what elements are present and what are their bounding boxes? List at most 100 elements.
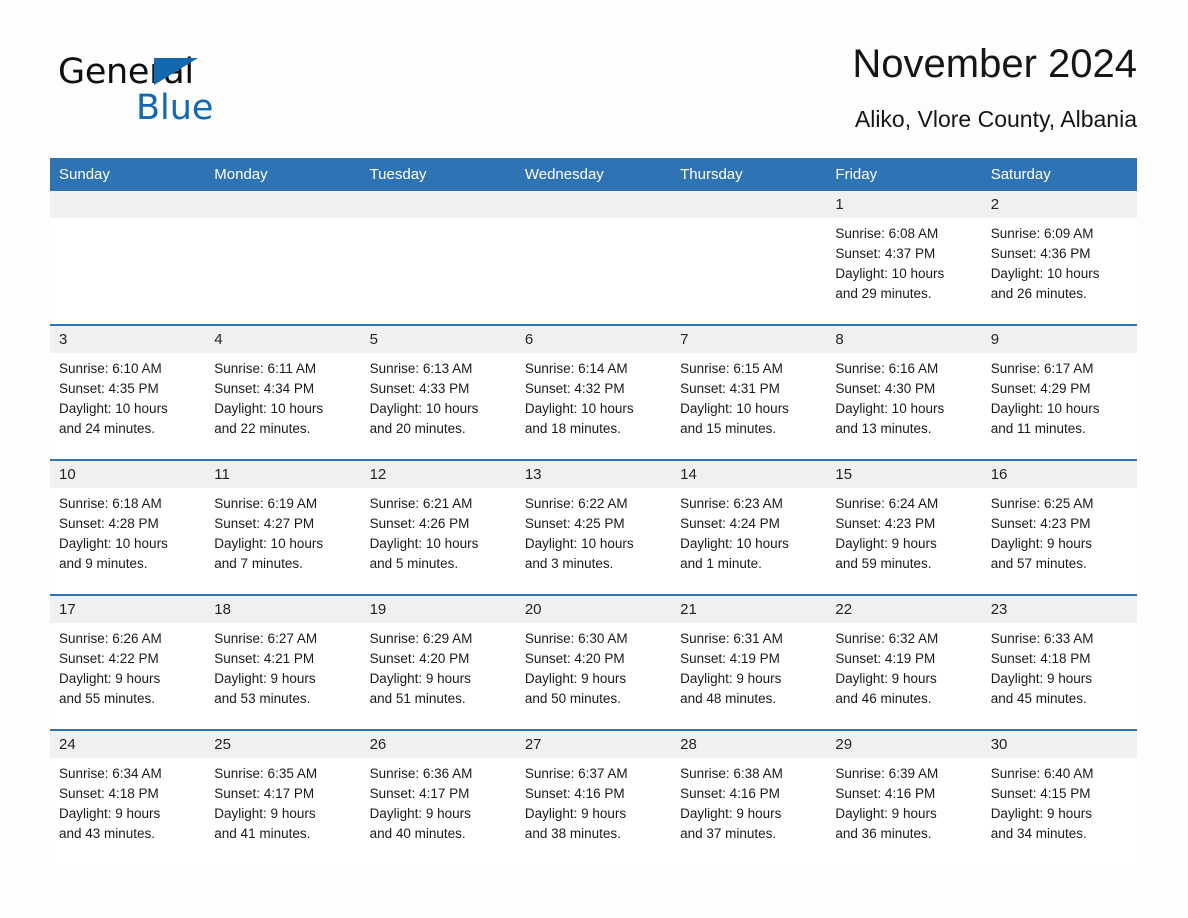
weekday-header-saturday: Saturday — [981, 158, 1137, 191]
day-details: Sunrise: 6:25 AM Sunset: 4:23 PM Dayligh… — [982, 488, 1137, 574]
day-cell[interactable]: 21 Sunrise: 6:31 AM Sunset: 4:19 PM Dayl… — [671, 594, 827, 730]
daylight-text-line2: and 37 minutes. — [680, 826, 777, 841]
day-cell[interactable]: 1 Sunrise: 6:08 AM Sunset: 4:37 PM Dayli… — [826, 191, 982, 325]
daylight-text-line2: and 57 minutes. — [990, 556, 1087, 571]
day-cell[interactable] — [671, 191, 827, 325]
day-cell[interactable]: 12 Sunrise: 6:21 AM Sunset: 4:26 PM Dayl… — [360, 459, 516, 595]
sunrise-text: Sunrise: 6:13 AM — [369, 361, 473, 376]
daylight-text-line2: and 24 minutes. — [59, 421, 156, 436]
sunrise-text: Sunrise: 6:09 AM — [990, 226, 1094, 241]
day-cell[interactable]: 23 Sunrise: 6:33 AM Sunset: 4:18 PM Dayl… — [981, 594, 1137, 730]
sunset-text: Sunset: 4:30 PM — [835, 381, 936, 396]
day-cell[interactable]: 14 Sunrise: 6:23 AM Sunset: 4:24 PM Dayl… — [671, 459, 827, 595]
day-number: 30 — [981, 731, 1137, 758]
sunrise-text: Sunrise: 6:16 AM — [835, 361, 939, 376]
day-details: Sunrise: 6:22 AM Sunset: 4:25 PM Dayligh… — [516, 488, 671, 574]
day-cell[interactable]: 16 Sunrise: 6:25 AM Sunset: 4:23 PM Dayl… — [981, 459, 1137, 595]
day-details: Sunrise: 6:21 AM Sunset: 4:26 PM Dayligh… — [361, 488, 516, 574]
daylight-text-line1: Daylight: 10 hours — [369, 536, 479, 551]
sunrise-text: Sunrise: 6:24 AM — [835, 496, 939, 511]
day-cell[interactable]: 5 Sunrise: 6:13 AM Sunset: 4:33 PM Dayli… — [360, 324, 516, 460]
sunrise-text: Sunrise: 6:23 AM — [680, 496, 783, 511]
day-cell[interactable] — [515, 191, 672, 325]
day-details — [671, 218, 826, 224]
day-cell[interactable] — [50, 191, 206, 325]
daylight-text-line2: and 9 minutes. — [59, 556, 148, 571]
day-cell[interactable]: 13 Sunrise: 6:22 AM Sunset: 4:25 PM Dayl… — [515, 459, 672, 595]
day-cell[interactable]: 20 Sunrise: 6:30 AM Sunset: 4:20 PM Dayl… — [515, 594, 672, 730]
day-cell[interactable]: 25 Sunrise: 6:35 AM Sunset: 4:17 PM Dayl… — [205, 729, 361, 864]
day-number: 13 — [515, 461, 672, 488]
weekday-header-monday: Monday — [205, 158, 361, 191]
sunrise-text: Sunrise: 6:40 AM — [990, 766, 1094, 781]
day-cell[interactable]: 8 Sunrise: 6:16 AM Sunset: 4:30 PM Dayli… — [826, 324, 982, 460]
day-cell[interactable]: 26 Sunrise: 6:36 AM Sunset: 4:17 PM Dayl… — [360, 729, 516, 864]
day-details — [361, 218, 516, 224]
daylight-text-line1: Daylight: 9 hours — [835, 806, 937, 821]
daylight-text-line1: Daylight: 9 hours — [214, 671, 316, 686]
page-title: November 2024 — [852, 42, 1137, 86]
sunset-text: Sunset: 4:23 PM — [835, 516, 936, 531]
day-number: 28 — [671, 731, 827, 758]
day-cell[interactable]: 4 Sunrise: 6:11 AM Sunset: 4:34 PM Dayli… — [205, 324, 361, 460]
general-blue-logo[interactable]: General Blue — [58, 52, 318, 138]
day-cell[interactable]: 15 Sunrise: 6:24 AM Sunset: 4:23 PM Dayl… — [826, 459, 982, 595]
day-cell[interactable]: 24 Sunrise: 6:34 AM Sunset: 4:18 PM Dayl… — [50, 729, 206, 864]
daylight-text-line2: and 3 minutes. — [524, 556, 614, 571]
daylight-text-line1: Daylight: 9 hours — [214, 806, 316, 821]
day-number: 17 — [50, 596, 206, 623]
calendar-header-row: Sunday Monday Tuesday Wednesday Thursday… — [50, 158, 1137, 191]
day-cell[interactable]: 10 Sunrise: 6:18 AM Sunset: 4:28 PM Dayl… — [50, 459, 206, 595]
day-cell[interactable]: 18 Sunrise: 6:27 AM Sunset: 4:21 PM Dayl… — [205, 594, 361, 730]
day-cell[interactable]: 22 Sunrise: 6:32 AM Sunset: 4:19 PM Dayl… — [826, 594, 982, 730]
sunset-text: Sunset: 4:17 PM — [369, 786, 470, 801]
day-cell[interactable] — [205, 191, 361, 325]
day-cell[interactable]: 28 Sunrise: 6:38 AM Sunset: 4:16 PM Dayl… — [671, 729, 827, 864]
day-number: 2 — [981, 191, 1137, 218]
day-cell[interactable]: 9 Sunrise: 6:17 AM Sunset: 4:29 PM Dayli… — [981, 324, 1137, 460]
calendar-table: Sunday Monday Tuesday Wednesday Thursday… — [50, 158, 1137, 864]
day-details: Sunrise: 6:26 AM Sunset: 4:22 PM Dayligh… — [50, 623, 205, 709]
day-cell[interactable]: 27 Sunrise: 6:37 AM Sunset: 4:16 PM Dayl… — [515, 729, 672, 864]
sunset-text: Sunset: 4:20 PM — [369, 651, 470, 666]
daylight-text-line1: Daylight: 10 hours — [680, 401, 789, 416]
daylight-text-line1: Daylight: 10 hours — [59, 401, 168, 416]
sunrise-text: Sunrise: 6:14 AM — [524, 361, 628, 376]
page-header: General Blue November 2024 Aliko, Vlore … — [50, 40, 1137, 150]
daylight-text-line1: Daylight: 10 hours — [214, 536, 324, 551]
sunrise-text: Sunrise: 6:33 AM — [990, 631, 1094, 646]
day-number: 11 — [205, 461, 361, 488]
day-details: Sunrise: 6:38 AM Sunset: 4:16 PM Dayligh… — [671, 758, 826, 844]
sunrise-text: Sunrise: 6:26 AM — [59, 631, 162, 646]
daylight-text-line2: and 38 minutes. — [524, 826, 621, 841]
sunset-text: Sunset: 4:27 PM — [214, 516, 315, 531]
day-number: 26 — [360, 731, 516, 758]
sunset-text: Sunset: 4:19 PM — [835, 651, 936, 666]
daylight-text-line2: and 5 minutes. — [369, 556, 459, 571]
weekday-header-thursday: Thursday — [671, 158, 827, 191]
daylight-text-line1: Daylight: 9 hours — [59, 671, 161, 686]
sunset-text: Sunset: 4:22 PM — [59, 651, 159, 666]
day-details: Sunrise: 6:29 AM Sunset: 4:20 PM Dayligh… — [361, 623, 516, 709]
sunrise-text: Sunrise: 6:10 AM — [59, 361, 162, 376]
day-cell[interactable] — [360, 191, 516, 325]
sunset-text: Sunset: 4:37 PM — [835, 246, 936, 261]
day-cell[interactable]: 3 Sunrise: 6:10 AM Sunset: 4:35 PM Dayli… — [50, 324, 206, 460]
day-cell[interactable]: 11 Sunrise: 6:19 AM Sunset: 4:27 PM Dayl… — [205, 459, 361, 595]
day-details: Sunrise: 6:10 AM Sunset: 4:35 PM Dayligh… — [50, 353, 205, 439]
day-cell[interactable]: 6 Sunrise: 6:14 AM Sunset: 4:32 PM Dayli… — [515, 324, 672, 460]
day-cell[interactable]: 17 Sunrise: 6:26 AM Sunset: 4:22 PM Dayl… — [50, 594, 206, 730]
day-cell[interactable]: 2 Sunrise: 6:09 AM Sunset: 4:36 PM Dayli… — [981, 191, 1137, 325]
day-details: Sunrise: 6:27 AM Sunset: 4:21 PM Dayligh… — [205, 623, 360, 709]
sunset-text: Sunset: 4:18 PM — [990, 651, 1091, 666]
day-number: 24 — [50, 731, 206, 758]
day-cell[interactable]: 19 Sunrise: 6:29 AM Sunset: 4:20 PM Dayl… — [360, 594, 516, 730]
day-number: 3 — [50, 326, 206, 353]
day-cell[interactable]: 7 Sunrise: 6:15 AM Sunset: 4:31 PM Dayli… — [671, 324, 827, 460]
day-number: 7 — [671, 326, 827, 353]
daylight-text-line1: Daylight: 10 hours — [59, 536, 168, 551]
day-cell[interactable]: 29 Sunrise: 6:39 AM Sunset: 4:16 PM Dayl… — [826, 729, 982, 864]
day-cell[interactable]: 30 Sunrise: 6:40 AM Sunset: 4:15 PM Dayl… — [981, 729, 1137, 864]
logo-text-blue: Blue — [136, 88, 214, 128]
day-number: 21 — [671, 596, 827, 623]
